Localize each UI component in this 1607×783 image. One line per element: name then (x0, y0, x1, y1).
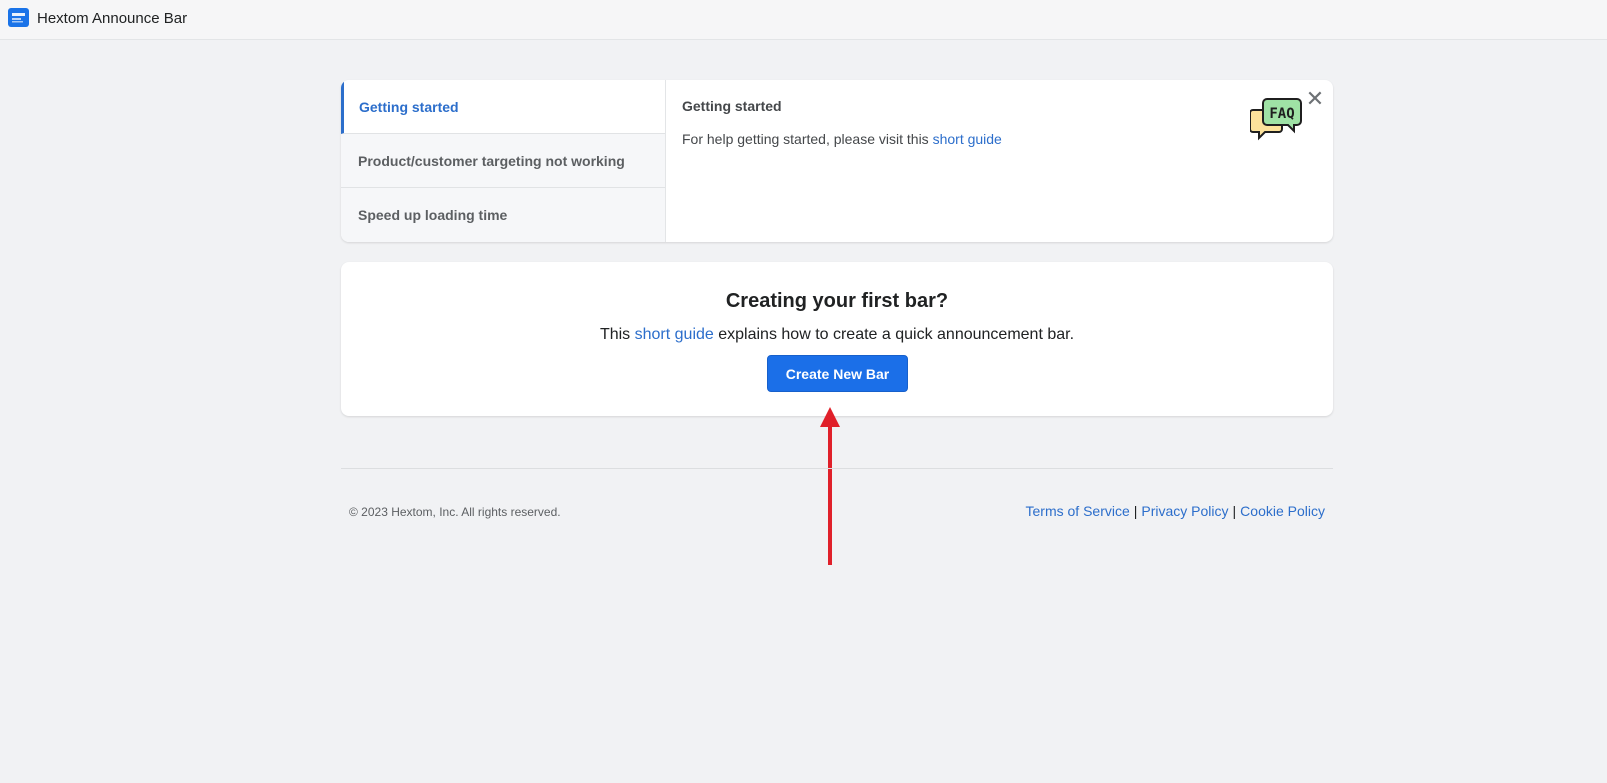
faq-tab-label: Speed up loading time (358, 207, 508, 223)
cookie-policy-link[interactable]: Cookie Policy (1240, 503, 1325, 519)
create-new-bar-button[interactable]: Create New Bar (767, 355, 908, 392)
faq-text-prefix: For help getting started, please visit t… (682, 131, 933, 147)
faq-short-guide-link[interactable]: short guide (933, 131, 1002, 147)
faq-content: Getting started For help getting started… (682, 98, 1242, 147)
annotation-arrow-icon (820, 407, 840, 565)
faq-text: For help getting started, please visit t… (682, 131, 1242, 147)
create-bar-card: Creating your first bar? This short guid… (341, 262, 1333, 416)
privacy-policy-link[interactable]: Privacy Policy (1141, 503, 1228, 519)
footer-divider (341, 468, 1333, 469)
create-desc-prefix: This (599, 326, 635, 343)
create-bar-title: Creating your first bar? (725, 290, 949, 312)
create-desc-suffix: explains how to create a quick announcem… (713, 326, 1075, 343)
footer-separator: | (1133, 503, 1138, 519)
faq-tab-speed[interactable]: Speed up loading time (341, 188, 665, 242)
terms-of-service-link[interactable]: Terms of Service (1026, 503, 1130, 519)
app-logo-icon (8, 8, 29, 27)
close-button[interactable]: ✕ (1304, 86, 1326, 111)
footer-separator: | (1232, 503, 1237, 519)
faq-heading: Getting started (682, 98, 782, 114)
top-bar: Hextom Announce Bar (0, 0, 1607, 40)
close-icon: ✕ (1305, 86, 1325, 111)
faq-illustration-text: FAQ (1269, 106, 1294, 122)
faq-tabs: Getting started Product/customer targeti… (341, 80, 666, 242)
copyright-text: © 2023 Hextom, Inc. All rights reserved. (349, 505, 561, 519)
faq-tab-label: Getting started (359, 98, 459, 115)
app-title: Hextom Announce Bar (37, 10, 188, 27)
footer-links: Terms of Service | Privacy Policy | Cookie P… (1026, 503, 1326, 519)
faq-tab-label: Product/customer targeting not working (358, 152, 625, 169)
faq-tab-getting-started[interactable]: Getting started (341, 80, 665, 134)
faq-chat-icon: FAQ (1249, 96, 1304, 144)
create-short-guide-link[interactable]: short guide (635, 326, 714, 343)
faq-card: Getting started Product/customer targeti… (341, 80, 1333, 242)
create-bar-description: This short guide explains how to create … (341, 326, 1333, 344)
faq-tab-targeting[interactable]: Product/customer targeting not working (341, 134, 665, 188)
